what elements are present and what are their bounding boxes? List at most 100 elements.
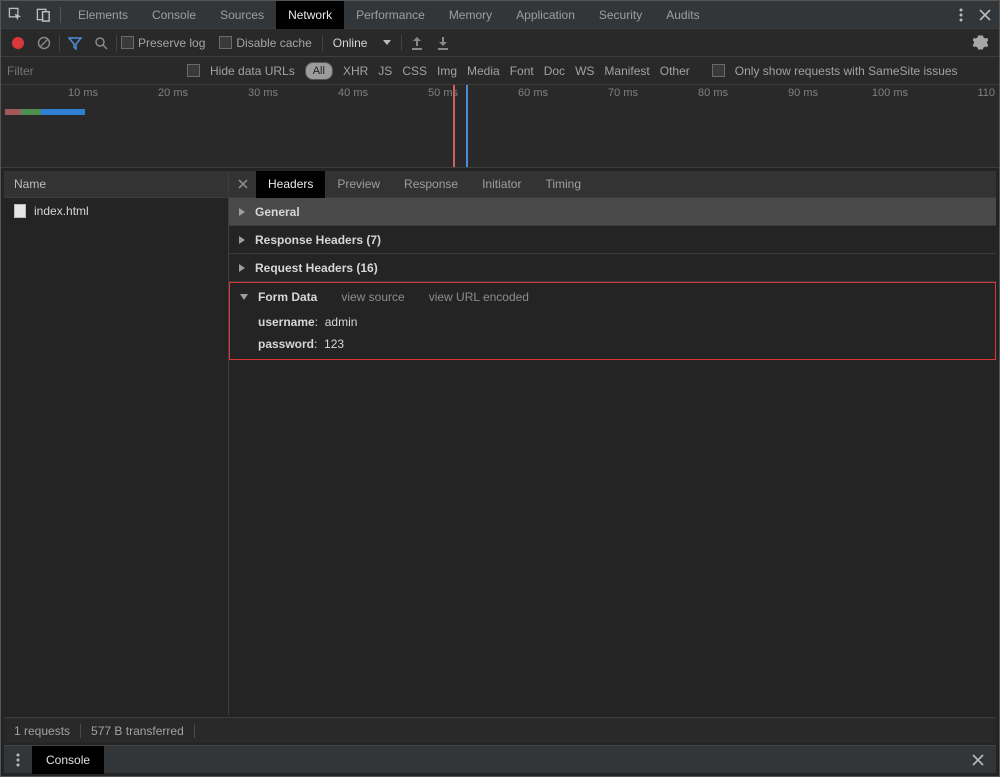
filter-bar: Hide data URLs All XHR JS CSS Img Media … xyxy=(1,57,999,85)
request-list: Name index.html xyxy=(4,171,229,715)
detail-tab-timing[interactable]: Timing xyxy=(533,171,593,198)
timeline-overview[interactable]: 10 ms 20 ms 30 ms 40 ms 50 ms 60 ms 70 m… xyxy=(1,85,999,168)
tab-memory[interactable]: Memory xyxy=(437,1,504,29)
section-form-data-label: Form Data xyxy=(258,290,317,304)
column-header-name[interactable]: Name xyxy=(4,171,228,198)
tab-security[interactable]: Security xyxy=(587,1,654,29)
form-value: admin xyxy=(325,315,358,329)
tab-console[interactable]: Console xyxy=(140,1,208,29)
filter-type-manifest[interactable]: Manifest xyxy=(604,64,649,78)
request-detail-pane: Headers Preview Response Initiator Timin… xyxy=(229,171,996,715)
filter-type-css[interactable]: CSS xyxy=(402,64,427,78)
search-icon[interactable] xyxy=(90,32,112,54)
filter-type-media[interactable]: Media xyxy=(467,64,500,78)
form-key: password xyxy=(258,337,314,351)
section-general[interactable]: General xyxy=(229,198,996,226)
domcontentloaded-marker xyxy=(453,85,455,167)
drawer-close-icon[interactable] xyxy=(966,748,990,772)
filter-type-font[interactable]: Font xyxy=(510,64,534,78)
main-tabs-bar: Elements Console Sources Network Perform… xyxy=(1,1,999,29)
section-response-headers[interactable]: Response Headers (7) xyxy=(229,226,996,254)
preserve-log-checkbox[interactable] xyxy=(121,36,134,49)
ruler-tick: 60 ms xyxy=(518,87,548,99)
hide-data-urls-label: Hide data URLs xyxy=(210,64,295,78)
network-toolbar: Preserve log Disable cache Online xyxy=(1,29,999,57)
timeline-ruler: 10 ms 20 ms 30 ms 40 ms 50 ms 60 ms 70 m… xyxy=(1,85,999,103)
view-source-link[interactable]: view source xyxy=(341,290,404,304)
triangle-down-icon xyxy=(240,294,248,300)
request-name: index.html xyxy=(34,204,89,218)
filter-type-all[interactable]: All xyxy=(305,62,333,80)
settings-gear-icon[interactable] xyxy=(969,32,991,54)
triangle-right-icon xyxy=(239,236,245,244)
filter-type-other[interactable]: Other xyxy=(660,64,690,78)
tab-audits[interactable]: Audits xyxy=(654,1,711,29)
drawer-kebab-icon[interactable] xyxy=(4,753,32,767)
tab-network[interactable]: Network xyxy=(276,1,344,29)
form-value: 123 xyxy=(324,337,344,351)
inspect-icon[interactable] xyxy=(1,1,29,29)
samesite-label: Only show requests with SameSite issues xyxy=(735,64,958,78)
triangle-right-icon xyxy=(239,264,245,272)
hide-data-urls-checkbox[interactable] xyxy=(187,64,200,77)
close-detail-icon[interactable] xyxy=(229,171,256,198)
tab-application[interactable]: Application xyxy=(504,1,587,29)
preserve-log-label: Preserve log xyxy=(138,36,205,50)
close-devtools-icon[interactable] xyxy=(975,5,995,25)
device-toggle-icon[interactable] xyxy=(29,1,57,29)
detail-tab-initiator[interactable]: Initiator xyxy=(470,171,533,198)
detail-tab-preview[interactable]: Preview xyxy=(325,171,392,198)
filter-type-img[interactable]: Img xyxy=(437,64,457,78)
ruler-tick: 40 ms xyxy=(338,87,368,99)
status-bar: 1 requests 577 B transferred xyxy=(4,717,996,743)
tab-sources[interactable]: Sources xyxy=(208,1,276,29)
kebab-menu-icon[interactable] xyxy=(951,5,971,25)
ruler-tick: 70 ms xyxy=(608,87,638,99)
drawer-tab-console[interactable]: Console xyxy=(32,746,104,774)
ruler-tick: 80 ms xyxy=(698,87,728,99)
samesite-checkbox[interactable] xyxy=(712,64,725,77)
ruler-tick: 100 ms xyxy=(872,87,908,99)
throttling-value: Online xyxy=(333,36,368,50)
form-key: username xyxy=(258,315,315,329)
clear-icon[interactable] xyxy=(33,32,55,54)
form-data-row: username: admin xyxy=(230,311,995,333)
section-response-headers-label: Response Headers (7) xyxy=(255,233,381,247)
filter-funnel-icon[interactable] xyxy=(64,32,86,54)
filter-type-xhr[interactable]: XHR xyxy=(343,64,368,78)
disable-cache-checkbox[interactable] xyxy=(219,36,232,49)
tab-elements[interactable]: Elements xyxy=(66,1,140,29)
panel-tabs: Elements Console Sources Network Perform… xyxy=(66,1,712,28)
filter-type-ws[interactable]: WS xyxy=(575,64,594,78)
console-drawer: Console xyxy=(4,745,996,773)
filter-type-js[interactable]: JS xyxy=(378,64,392,78)
download-har-icon[interactable] xyxy=(432,32,454,54)
section-form-data[interactable]: Form Data view source view URL encoded xyxy=(230,283,995,311)
request-row[interactable]: index.html xyxy=(4,198,228,224)
record-button[interactable] xyxy=(7,32,29,54)
ruler-tick: 90 ms xyxy=(788,87,818,99)
detail-tab-headers[interactable]: Headers xyxy=(256,171,325,198)
triangle-right-icon xyxy=(239,208,245,216)
disable-cache-label: Disable cache xyxy=(236,36,311,50)
status-requests: 1 requests xyxy=(14,724,70,738)
ruler-tick: 10 ms xyxy=(68,87,98,99)
form-data-highlight-box: Form Data view source view URL encoded u… xyxy=(229,282,996,360)
filter-type-doc[interactable]: Doc xyxy=(544,64,565,78)
file-icon xyxy=(14,204,26,218)
filter-input[interactable] xyxy=(7,64,177,78)
status-transferred: 577 B transferred xyxy=(91,724,184,738)
upload-har-icon[interactable] xyxy=(406,32,428,54)
throttling-select[interactable]: Online xyxy=(327,33,398,53)
timeline-request-bar xyxy=(5,109,85,117)
view-url-encoded-link[interactable]: view URL encoded xyxy=(429,290,529,304)
ruler-tick: 20 ms xyxy=(158,87,188,99)
tab-performance[interactable]: Performance xyxy=(344,1,437,29)
detail-tab-response[interactable]: Response xyxy=(392,171,470,198)
ruler-tick: 30 ms xyxy=(248,87,278,99)
form-data-row: password: 123 xyxy=(230,333,995,359)
section-general-label: General xyxy=(255,205,300,219)
section-request-headers[interactable]: Request Headers (16) xyxy=(229,254,996,282)
section-request-headers-label: Request Headers (16) xyxy=(255,261,378,275)
load-marker xyxy=(466,85,468,167)
